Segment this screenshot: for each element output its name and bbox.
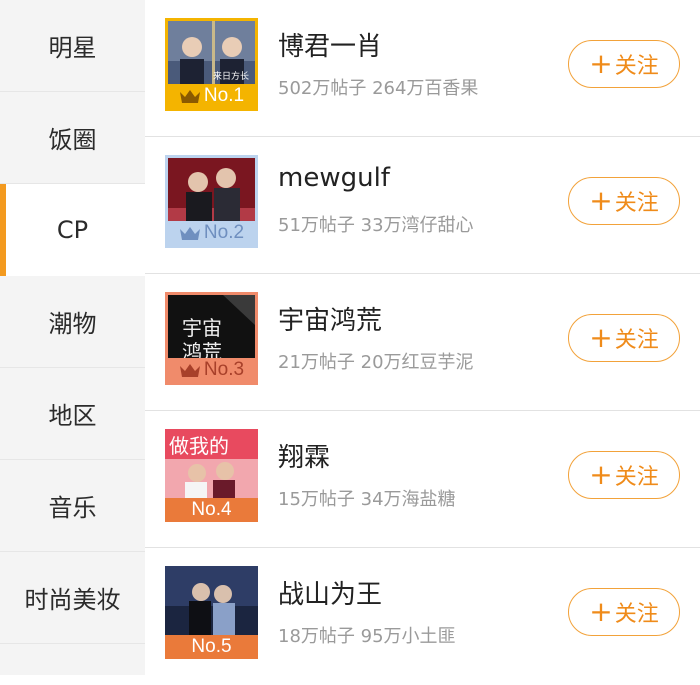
cp-list-item[interactable]: No.2 mewgulf 51万帖子 33万湾仔甜心 + 关注	[145, 137, 700, 274]
rank-badge: No.4	[165, 498, 258, 522]
rank-badge: No.1	[168, 84, 255, 108]
cp-cover-image: 来日方长 No.1	[165, 18, 258, 111]
svg-text:宇宙: 宇宙	[182, 316, 222, 340]
cp-list-item[interactable]: 做我的 No.4 翔霖 15万帖子 34万海盐糖 + 关注	[145, 411, 700, 548]
rank-label: No.1	[203, 85, 245, 106]
sidebar-item-music[interactable]: 音乐	[0, 460, 145, 552]
rank-label: No.5	[191, 636, 232, 657]
sidebar-item-fandom[interactable]: 饭圈	[0, 92, 145, 184]
follow-label: 关注	[614, 602, 659, 627]
rank-label: No.4	[191, 499, 232, 520]
crown-icon	[179, 364, 200, 377]
cp-cover-image: No.2	[165, 155, 258, 248]
cp-list-item[interactable]: 来日方长 No.1 博君一肖 502万帖子 264万百香果 + 关注	[145, 0, 700, 137]
rank-badge: No.3	[168, 358, 255, 382]
cp-title[interactable]: 博君一肖	[278, 26, 382, 63]
sidebar-item-region[interactable]: 地区	[0, 368, 145, 460]
crown-icon	[179, 90, 200, 103]
cp-stats: 18万帖子 95万小土匪	[278, 626, 456, 647]
sidebar-item-trendy[interactable]: 潮物	[0, 276, 145, 368]
sidebar-item-label: 地区	[48, 402, 97, 430]
cp-cover-image: No.5	[165, 566, 258, 659]
sidebar-item-cp[interactable]: CP	[0, 184, 145, 276]
follow-label: 关注	[614, 54, 659, 79]
follow-label: 关注	[614, 191, 659, 216]
follow-label: 关注	[614, 328, 659, 353]
plus-icon: +	[589, 595, 613, 628]
follow-button[interactable]: + 关注	[568, 588, 680, 636]
cp-title[interactable]: mewgulf	[278, 163, 390, 193]
cp-title[interactable]: 宇宙鸿荒	[278, 300, 382, 337]
svg-text:来日方长: 来日方长	[213, 70, 249, 82]
cp-list-item[interactable]: 宇宙 鸿荒 No.3 宇宙鸿荒 21万帖子 20万红豆芋泥 + 关注	[145, 274, 700, 411]
cp-stats: 21万帖子 20万红豆芋泥	[278, 352, 474, 373]
svg-text:做我的: 做我的	[169, 434, 229, 458]
follow-button[interactable]: + 关注	[568, 451, 680, 499]
sidebar-item-fashion-beauty[interactable]: 时尚美妆	[0, 552, 145, 644]
sidebar-item-label: 音乐	[48, 494, 97, 522]
sidebar-item-label: 饭圈	[48, 126, 97, 154]
sidebar-item-label: 时尚美妆	[24, 586, 121, 614]
cp-cover-image: 做我的 No.4	[165, 429, 258, 522]
category-sidebar: 明星 饭圈 CP 潮物 地区 音乐 时尚美妆	[0, 0, 145, 675]
cp-cover-image: 宇宙 鸿荒 No.3	[165, 292, 258, 385]
crown-icon	[179, 227, 200, 240]
cp-stats: 51万帖子 33万湾仔甜心	[278, 215, 474, 236]
rank-label: No.3	[203, 359, 245, 380]
follow-button[interactable]: + 关注	[568, 40, 680, 88]
sidebar-item-label: 明星	[48, 34, 97, 62]
cp-title[interactable]: 翔霖	[278, 437, 330, 474]
plus-icon: +	[589, 458, 613, 491]
follow-button[interactable]: + 关注	[568, 314, 680, 362]
cp-stats: 15万帖子 34万海盐糖	[278, 489, 456, 510]
rank-badge: No.5	[165, 635, 258, 659]
plus-icon: +	[589, 321, 613, 354]
cp-list-item[interactable]: No.5 战山为王 18万帖子 95万小土匪 + 关注	[145, 548, 700, 685]
cp-stats: 502万帖子 264万百香果	[278, 78, 479, 99]
sidebar-item-label: 潮物	[48, 310, 97, 338]
plus-icon: +	[589, 184, 613, 217]
plus-icon: +	[589, 47, 613, 80]
sidebar-item-stars[interactable]: 明星	[0, 0, 145, 92]
follow-button[interactable]: + 关注	[568, 177, 680, 225]
sidebar-item-label: CP	[56, 216, 89, 244]
follow-label: 关注	[614, 465, 659, 490]
rank-label: No.2	[203, 222, 245, 243]
cp-title[interactable]: 战山为王	[278, 574, 382, 611]
rank-badge: No.2	[168, 221, 255, 245]
